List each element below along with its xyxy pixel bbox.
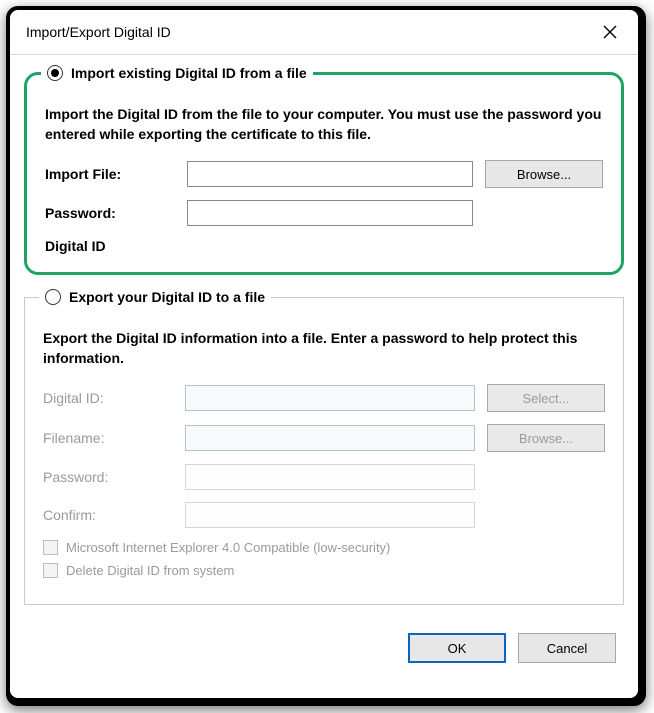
import-radio[interactable] <box>47 65 63 81</box>
export-radio-label: Export your Digital ID to a file <box>69 289 265 305</box>
import-file-label: Import File: <box>45 166 175 182</box>
export-password-label: Password: <box>43 469 173 485</box>
dialog-window: Import/Export Digital ID Import existing… <box>8 8 640 700</box>
export-confirm-input <box>185 502 475 528</box>
import-browse-button[interactable]: Browse... <box>485 160 603 188</box>
cancel-button[interactable]: Cancel <box>518 633 616 663</box>
compat-checkbox <box>43 540 58 555</box>
export-digital-id-label: Digital ID: <box>43 390 173 406</box>
delete-checkbox-label: Delete Digital ID from system <box>66 563 234 578</box>
import-digital-id-label: Digital ID <box>45 238 603 254</box>
close-icon[interactable] <box>596 18 624 46</box>
export-radio[interactable] <box>45 289 61 305</box>
dialog-footer: OK Cancel <box>10 619 638 681</box>
import-password-label: Password: <box>45 205 175 221</box>
export-confirm-label: Confirm: <box>43 507 173 523</box>
export-group: Export your Digital ID to a file Export … <box>24 289 624 605</box>
title-bar: Import/Export Digital ID <box>10 10 638 55</box>
export-description: Export the Digital ID information into a… <box>43 329 605 368</box>
import-radio-label: Import existing Digital ID from a file <box>71 65 307 81</box>
export-filename-input <box>185 425 475 451</box>
compat-checkbox-label: Microsoft Internet Explorer 4.0 Compatib… <box>66 540 390 555</box>
dialog-title: Import/Export Digital ID <box>26 24 171 40</box>
export-password-input <box>185 464 475 490</box>
export-browse-button: Browse... <box>487 424 605 452</box>
export-select-button: Select... <box>487 384 605 412</box>
import-file-input[interactable] <box>187 161 473 187</box>
export-filename-label: Filename: <box>43 430 173 446</box>
import-password-input[interactable] <box>187 200 473 226</box>
import-description: Import the Digital ID from the file to y… <box>45 105 603 144</box>
ok-button[interactable]: OK <box>408 633 506 663</box>
import-group: Import existing Digital ID from a file I… <box>24 65 624 275</box>
delete-checkbox <box>43 563 58 578</box>
export-digital-id-input <box>185 385 475 411</box>
